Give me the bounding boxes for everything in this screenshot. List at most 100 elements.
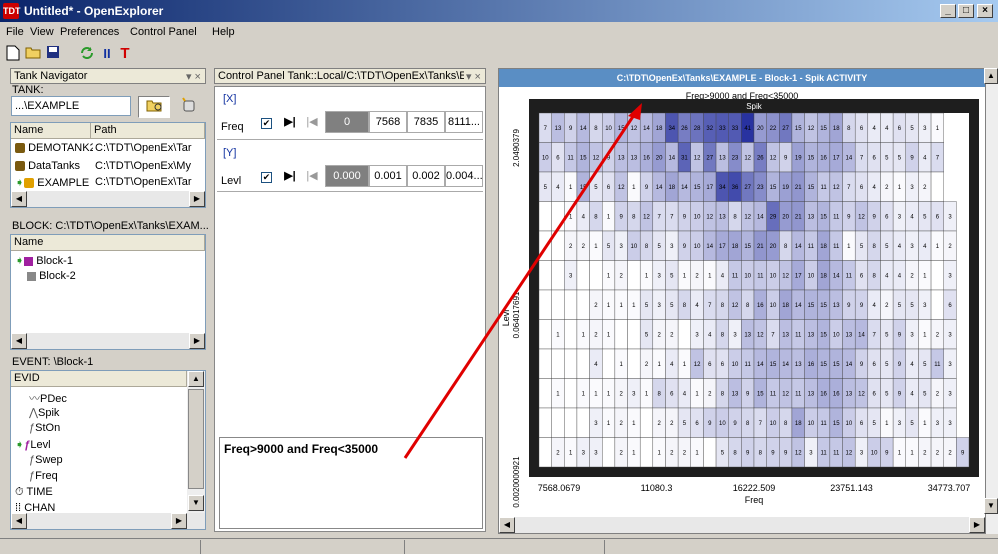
- pause-icon[interactable]: II: [98, 45, 116, 63]
- step-back-icon[interactable]: |◀: [301, 111, 323, 133]
- heatmap-cell: [930, 289, 944, 320]
- freq-value[interactable]: 7568: [369, 111, 407, 133]
- heatmap-cell-label: 26: [681, 126, 688, 132]
- tank-icon-small: [15, 161, 25, 172]
- heatmap-cell-label: 13: [719, 214, 726, 220]
- heatmap-cell: [576, 289, 590, 320]
- heatmap-cell: [564, 319, 578, 350]
- scroll-left-icon[interactable]: ◀: [11, 191, 27, 207]
- heatmap-cell: [703, 437, 717, 468]
- freq-current-value[interactable]: 0: [325, 111, 369, 133]
- step-back-icon[interactable]: |◀: [301, 165, 323, 187]
- menu-view[interactable]: View: [30, 26, 54, 38]
- heatmap-cell-label: 14: [795, 244, 802, 250]
- control-panel-header: Control Panel Tank::Local/C:\TDT\OpenEx\…: [214, 68, 486, 84]
- panel-pin-icon[interactable]: ▾ ×: [463, 70, 481, 83]
- heatmap-cell-label: 18: [820, 273, 827, 279]
- heatmap-cell: [538, 348, 552, 379]
- heatmap-cell-label: 10: [542, 155, 549, 161]
- minimize-button[interactable]: _: [940, 4, 956, 18]
- browse-tank-icon[interactable]: [138, 96, 170, 118]
- close-button[interactable]: ×: [977, 4, 993, 18]
- event-list-vscroll[interactable]: ▲ ▼: [187, 371, 205, 513]
- freq-checkbox[interactable]: ✔: [261, 117, 272, 129]
- column-path[interactable]: Path: [91, 123, 205, 139]
- heatmap-cell-label: 14: [782, 362, 789, 368]
- heatmap-cell-label: 11: [732, 273, 739, 279]
- tank-list-scrollbar[interactable]: ◀ ▶: [11, 191, 205, 207]
- event-row[interactable]: ➧ƒLevl: [13, 437, 53, 453]
- scroll-down-icon[interactable]: ▼: [984, 498, 998, 514]
- chart-vscroll[interactable]: ▲ ▼: [984, 68, 998, 534]
- heatmap-cell-label: 11: [846, 273, 853, 279]
- heatmap-cell-label: 19: [795, 155, 802, 161]
- event-list-hscroll[interactable]: ◀ ▶: [11, 513, 205, 529]
- tank-icon[interactable]: T: [116, 45, 134, 63]
- x-tick-label: 34773.707: [928, 483, 971, 493]
- scroll-down-icon[interactable]: ▼: [188, 495, 204, 511]
- heatmap-cell-label: 32: [706, 126, 713, 132]
- maximize-button[interactable]: □: [958, 4, 974, 18]
- heatmap-cell-label: 13: [719, 155, 726, 161]
- freq-value[interactable]: 8111...: [445, 111, 483, 133]
- heatmap-cell-label: 13: [732, 391, 739, 397]
- chart-hscroll[interactable]: ◀ ▶: [499, 517, 985, 533]
- levl-current-value[interactable]: 0.000: [325, 165, 369, 187]
- block-row[interactable]: Block-2: [25, 269, 205, 285]
- scroll-right-icon[interactable]: ▶: [189, 333, 205, 349]
- block-panel-header: BLOCK: C:\TDT\OpenEx\Tanks\EXAM...: [12, 220, 209, 232]
- scroll-left-icon[interactable]: ◀: [11, 513, 27, 529]
- scroll-right-icon[interactable]: ▶: [969, 517, 985, 533]
- scroll-left-icon[interactable]: ◀: [11, 333, 27, 349]
- panel-pin-icon[interactable]: ▾ ×: [186, 70, 201, 83]
- freq-value[interactable]: 7835: [407, 111, 445, 133]
- scroll-up-icon[interactable]: ▲: [984, 68, 998, 84]
- heatmap-cell-label: 15: [820, 303, 827, 309]
- event-row[interactable]: 〰PDec: [27, 389, 69, 405]
- block-list-scrollbar[interactable]: ◀ ▶: [11, 333, 205, 349]
- event-row[interactable]: ƒStOn: [27, 421, 62, 437]
- menu-control-panel[interactable]: Control Panel: [130, 26, 197, 38]
- levl-value[interactable]: 0.002: [407, 165, 445, 187]
- block-column-name[interactable]: Name: [11, 235, 205, 251]
- menu-help[interactable]: Help: [212, 26, 235, 38]
- event-row[interactable]: ƒSwep: [27, 453, 65, 469]
- heatmap-chart[interactable]: Spik7 13 9 14 8 10 15 12 14 18 34 26 28 32 33 33 41 20 22 2…: [499, 99, 985, 517]
- event-panel-header: EVENT: \Block-1: [12, 356, 94, 368]
- scroll-right-icon[interactable]: ▶: [171, 513, 187, 529]
- scroll-thumb[interactable]: [188, 389, 204, 489]
- add-tank-icon[interactable]: [176, 96, 202, 118]
- levl-value[interactable]: 0.004...: [445, 165, 483, 187]
- heatmap-cell-label: 12: [757, 332, 764, 338]
- heatmap-cell-label: 11: [568, 155, 575, 161]
- new-file-icon[interactable]: [4, 45, 22, 63]
- menu-preferences[interactable]: Preferences: [60, 26, 119, 38]
- event-row[interactable]: ⏱ TIME: [13, 485, 55, 501]
- event-row[interactable]: ƒFreq: [27, 469, 60, 485]
- scroll-left-icon[interactable]: ◀: [499, 517, 515, 533]
- levl-value[interactable]: 0.001: [369, 165, 407, 187]
- play-forward-icon[interactable]: ▶|: [279, 111, 301, 133]
- column-name[interactable]: Name: [11, 123, 91, 139]
- filter-textbox[interactable]: Freq>9000 and Freq<35000: [219, 437, 483, 529]
- tank-row-name[interactable]: DataTanks: [13, 159, 93, 175]
- heatmap-cell-label: 13: [846, 391, 853, 397]
- tank-row-name[interactable]: ➧ EXAMPLE: [13, 175, 93, 191]
- play-forward-icon[interactable]: ▶|: [279, 165, 301, 187]
- event-column-evid[interactable]: EVID: [11, 371, 187, 387]
- heatmap-cell-label: 23: [732, 155, 739, 161]
- open-folder-icon[interactable]: [24, 45, 42, 63]
- tank-icon-small: [24, 178, 35, 189]
- save-icon[interactable]: [44, 45, 62, 63]
- refresh-icon[interactable]: [78, 45, 96, 63]
- block-row[interactable]: ➧ Block-1: [13, 253, 193, 269]
- levl-checkbox[interactable]: ✔: [261, 171, 272, 183]
- menu-file[interactable]: File: [6, 26, 24, 38]
- tank-row-name[interactable]: DEMOTANK2: [13, 141, 93, 157]
- tank-path-field[interactable]: ...\EXAMPLE: [11, 96, 131, 116]
- heatmap-cell: [576, 407, 590, 438]
- event-row[interactable]: ⋀Spik: [27, 405, 61, 421]
- scroll-up-icon[interactable]: ▲: [188, 371, 204, 387]
- heatmap-cell-label: 13: [631, 155, 638, 161]
- scroll-right-icon[interactable]: ▶: [189, 191, 205, 207]
